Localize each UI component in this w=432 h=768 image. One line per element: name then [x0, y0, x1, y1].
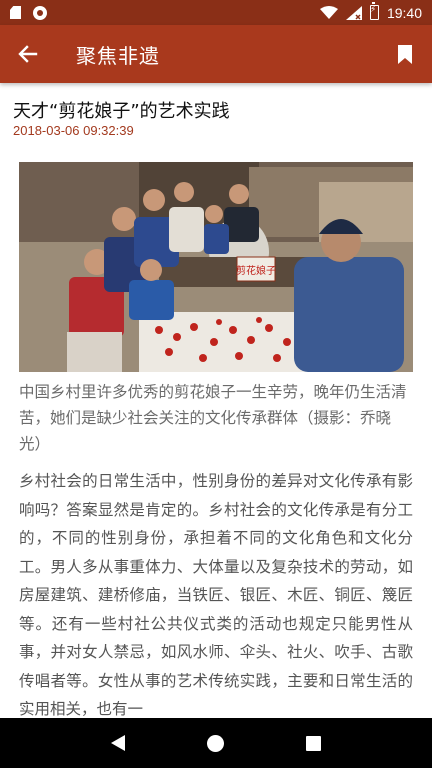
photo-stamp-text: 剪花娘子 [236, 264, 276, 277]
app-bar: 聚焦非遗 [0, 25, 432, 83]
article-content[interactable]: 天才“剪花娘子”的艺术实践 2018-03-06 09:32:39 剪花娘子 中… [0, 83, 432, 718]
record-icon [33, 5, 47, 20]
arrow-left-icon [18, 45, 38, 63]
app-title: 聚焦非遗 [76, 43, 160, 68]
bookmark-icon [398, 44, 412, 64]
back-triangle-icon[interactable] [111, 735, 125, 751]
signal-icon [345, 5, 362, 20]
wifi-icon [319, 5, 338, 19]
battery-charging-icon [369, 2, 379, 20]
status-right-icons: 19:40 [319, 2, 422, 21]
home-circle-icon[interactable] [207, 734, 224, 752]
back-button[interactable] [0, 25, 56, 83]
status-bar: 19:40 [0, 0, 432, 25]
article-title: 天才“剪花娘子”的艺术实践 [13, 101, 230, 122]
photo-caption: 中国乡村里许多优秀的剪花娘子一生辛劳，晚年仍生活清苦，她们是缺少社会关注的文化传… [19, 383, 407, 453]
sd-card-icon [10, 6, 21, 19]
article-date: 2018-03-06 09:32:39 [13, 123, 134, 138]
status-left-icons [10, 5, 47, 20]
bookmark-button[interactable] [378, 25, 432, 83]
photo-illustration: 剪花娘子 [19, 162, 413, 372]
recents-square-icon[interactable] [306, 735, 321, 751]
article-body: 乡村社会的日常生活中，性别身份的差异对文化传承有影响吗？答案显然是肯定的。乡村社… [19, 472, 413, 718]
clock: 19:40 [386, 4, 422, 21]
article-photo[interactable]: 剪花娘子 [19, 162, 413, 372]
system-nav-bar [0, 718, 432, 768]
